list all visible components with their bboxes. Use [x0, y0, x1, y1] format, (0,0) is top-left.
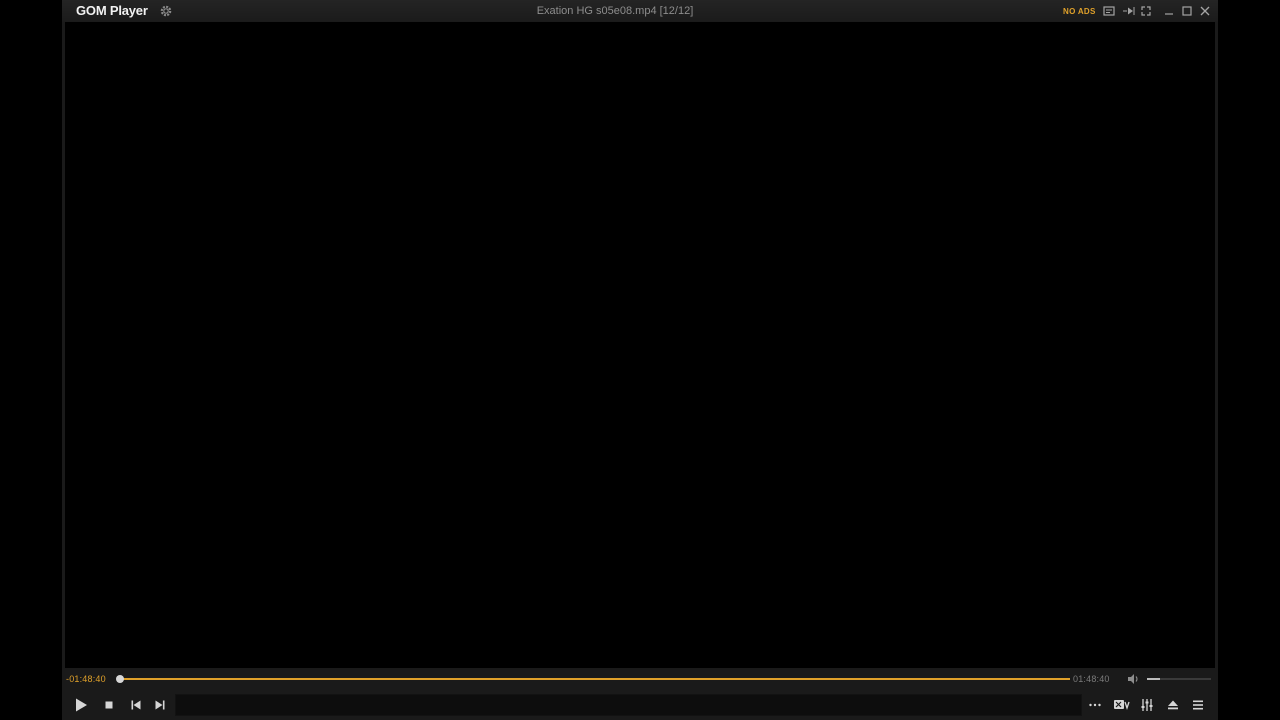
total-time[interactable]: 01:48:40 [1073, 674, 1110, 684]
minimize-icon[interactable] [1162, 4, 1176, 18]
menu-icon[interactable] [1190, 697, 1206, 713]
title-bar[interactable]: GOM Player Exation HG s05e08.mp4 [12/12]… [62, 0, 1218, 22]
subtitle-toggle-icon[interactable] [1102, 4, 1116, 18]
previous-icon[interactable] [128, 697, 144, 713]
volume-level-fill [1147, 678, 1160, 680]
stop-icon[interactable] [101, 697, 117, 713]
seek-row: -01:48:40 01:48:40 [62, 668, 1218, 690]
close-icon[interactable] [1198, 4, 1212, 18]
volume-icon[interactable] [1126, 672, 1140, 686]
eject-icon[interactable] [1165, 697, 1181, 713]
mini-mode-icon[interactable] [1139, 4, 1153, 18]
more-icon[interactable] [1087, 697, 1103, 713]
control-bar [62, 690, 1218, 720]
no-ads-badge[interactable]: NO ADS [1063, 7, 1096, 16]
next-icon[interactable] [152, 697, 168, 713]
elapsed-time[interactable]: -01:48:40 [66, 674, 106, 684]
seek-handle[interactable] [116, 675, 124, 683]
play-icon[interactable] [73, 697, 89, 713]
seek-bar[interactable] [116, 675, 1070, 683]
playlist-icon[interactable] [1122, 4, 1136, 18]
info-bar[interactable] [175, 694, 1082, 716]
video-display[interactable] [65, 22, 1215, 668]
volume-slider[interactable] [1147, 678, 1211, 680]
360-vr-icon[interactable] [1113, 697, 1130, 713]
gom-player-window: GOM Player Exation HG s05e08.mp4 [12/12]… [62, 0, 1218, 720]
equalizer-icon[interactable] [1139, 697, 1155, 713]
seek-progress-fill [120, 678, 1070, 680]
maximize-icon[interactable] [1180, 4, 1194, 18]
window-title: Exation HG s05e08.mp4 [12/12] [536, 5, 694, 17]
